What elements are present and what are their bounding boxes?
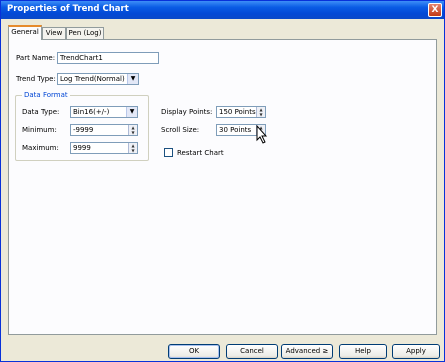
properties-dialog: Properties of Trend Chart X General View… bbox=[0, 0, 445, 362]
general-panel: Part Name: TrendChart1 Trend Type: Log T… bbox=[8, 39, 437, 335]
minimum-value: -9999 bbox=[73, 126, 94, 134]
ok-button[interactable]: OK bbox=[168, 344, 220, 359]
display-points-stepper[interactable]: 150 Points ▲ ▼ bbox=[216, 106, 266, 118]
tab-view[interactable]: View bbox=[42, 27, 66, 39]
tab-pen-log[interactable]: Pen (Log) bbox=[66, 27, 104, 39]
display-points-spin-control[interactable]: ▲ ▼ bbox=[256, 107, 265, 117]
scroll-size-value: 30 Points bbox=[219, 126, 252, 134]
minimum-label: Minimum: bbox=[22, 126, 57, 134]
close-icon[interactable]: X bbox=[428, 3, 442, 17]
maximum-label: Maximum: bbox=[22, 144, 59, 152]
tab-general[interactable]: General bbox=[8, 25, 42, 40]
data-format-group: Data Format Data Type: Bin16(+/-) ▼ Mini… bbox=[15, 91, 149, 161]
data-type-label: Data Type: bbox=[22, 108, 60, 116]
mouse-cursor-icon bbox=[256, 125, 268, 144]
data-type-select[interactable]: Bin16(+/-) ▼ bbox=[70, 106, 138, 118]
advanced-button[interactable]: Advanced ≥ bbox=[281, 344, 333, 359]
trend-type-value: Log Trend(Normal) bbox=[60, 75, 125, 83]
maximum-value: 9999 bbox=[73, 144, 91, 152]
restart-chart-checkbox[interactable] bbox=[164, 148, 173, 157]
display-points-label: Display Points: bbox=[161, 108, 213, 116]
scroll-size-label: Scroll Size: bbox=[161, 126, 200, 134]
data-type-value: Bin16(+/-) bbox=[73, 108, 110, 116]
chevron-down-icon[interactable]: ▼ bbox=[127, 74, 138, 84]
maximum-spin-control[interactable]: ▲ ▼ bbox=[128, 143, 137, 153]
minimum-spin-control[interactable]: ▲ ▼ bbox=[128, 125, 137, 135]
restart-chart-label[interactable]: Restart Chart bbox=[177, 149, 224, 157]
help-button[interactable]: Help bbox=[339, 344, 387, 359]
window-title: Properties of Trend Chart bbox=[7, 4, 129, 14]
title-bar[interactable]: Properties of Trend Chart X bbox=[1, 1, 444, 19]
maximum-stepper[interactable]: 9999 ▲ ▼ bbox=[70, 142, 138, 154]
trend-type-label: Trend Type: bbox=[16, 75, 56, 83]
trend-type-select[interactable]: Log Trend(Normal) ▼ bbox=[57, 73, 139, 85]
part-name-input[interactable]: TrendChart1 bbox=[57, 52, 159, 64]
part-name-label: Part Name: bbox=[16, 54, 56, 62]
apply-button[interactable]: Apply bbox=[392, 344, 440, 359]
data-format-title: Data Format bbox=[22, 91, 70, 99]
cancel-button[interactable]: Cancel bbox=[226, 344, 278, 359]
chevron-down-icon[interactable]: ▼ bbox=[126, 107, 137, 117]
minimum-stepper[interactable]: -9999 ▲ ▼ bbox=[70, 124, 138, 136]
display-points-value: 150 Points bbox=[219, 108, 256, 116]
